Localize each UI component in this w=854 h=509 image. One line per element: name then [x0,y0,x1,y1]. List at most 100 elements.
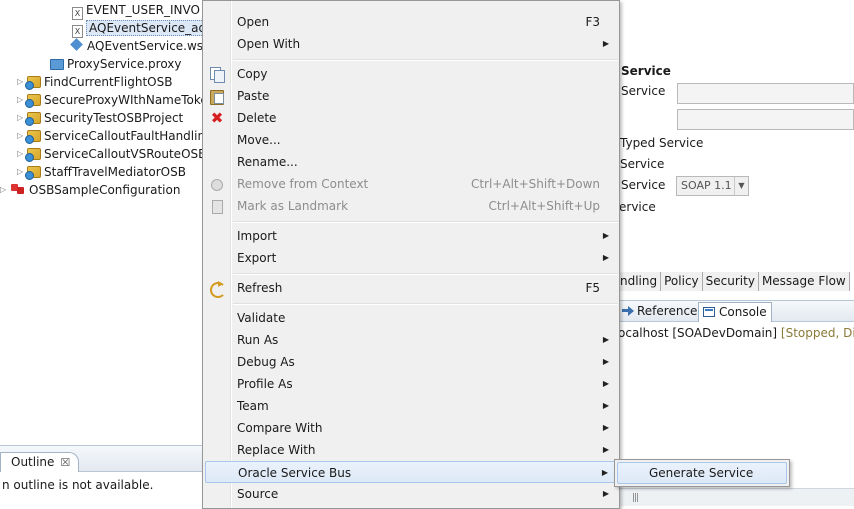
menu-item-move[interactable]: Move... [205,129,618,151]
submenu-arrow-icon: ▶ [602,379,609,388]
tree-item-proxyservice[interactable]: ProxyService.proxy [50,55,182,73]
references-icon [622,306,634,316]
menu-item-export[interactable]: Export ▶ [205,247,618,269]
tree-item-secureproxy[interactable]: ▷ SecureProxyWIthNameToken [17,91,215,109]
menu-item-label: Remove from Context [237,177,369,191]
server-entry[interactable]: ocalhost [SOADevDomain] [Stopped, Direct [618,326,854,340]
service-field-2[interactable] [677,109,854,130]
menu-item-copy[interactable]: Copy [205,63,618,85]
menu-item-refresh[interactable]: Refresh F5 [205,277,618,299]
menu-separator [233,59,618,61]
menu-item-label: Import [237,229,277,243]
menu-item-delete[interactable]: ✖ Delete [205,107,618,129]
menu-item-team[interactable]: Team ▶ [205,395,618,417]
oracle-service-bus-submenu: Generate Service [614,459,790,487]
menu-item-label: Open With [237,37,301,51]
outline-tab-bar: Outline ☒ [0,446,202,472]
tab-message-flow[interactable]: Message Flow [758,272,850,291]
menu-item-label: Run As [237,333,279,347]
tree-item-securitytestosbproject[interactable]: ▷ SecurityTestOSBProject [17,109,183,127]
project-explorer-tree: X EVENT_USER_INVO X AQEventService_aq.jca … [0,0,231,445]
remove-context-icon [209,177,225,191]
tree-item-label: StaffTravelMediatorOSB [44,165,186,179]
server-status: [Stopped, Direct [780,326,854,340]
section-title: Service [621,64,671,78]
tree-item-servicecalloutfaulthandling[interactable]: ▷ ServiceCalloutFaultHandling [17,127,213,145]
menu-item-label: Export [237,251,277,265]
submenu-arrow-icon: ▶ [602,445,609,454]
menu-item-profile-as[interactable]: Profile As ▶ [205,373,618,395]
menu-separator [233,303,618,305]
menu-item-label: Oracle Service Bus [238,466,352,480]
copy-icon [209,67,225,83]
expand-arrow-icon[interactable]: ▷ [0,181,10,199]
tree-item-findcurrentflightosb[interactable]: ▷ FindCurrentFlightOSB [17,73,172,91]
landmark-icon [209,199,225,214]
submenu-arrow-icon: ▶ [602,253,609,262]
menu-item-label: Replace With [237,443,316,457]
soap-service-label: Service [621,178,666,192]
menu-item-run-as[interactable]: Run As ▶ [205,329,618,351]
menu-item-remove-from-context[interactable]: Remove from Context Ctrl+Alt+Shift+Down [205,173,618,195]
submenu-arrow-icon: ▶ [601,468,608,477]
horizontal-scrollbar[interactable]: ||| [618,488,854,506]
service-label: Service [620,157,665,171]
tree-item-label: EVENT_USER_INVO [86,3,200,17]
menu-item-label: Team [237,399,269,413]
tree-item-label: ServiceCalloutVSRouteOSB [44,147,207,161]
editor-tabs: ndling Policy Security Message Flow [618,272,850,292]
menu-item-source[interactable]: Source ▶ [205,483,618,505]
scrollbar-grip-icon: ||| [632,493,639,503]
soap-version-value: SOAP 1.1 [681,179,732,192]
tab-references[interactable]: References [618,302,708,322]
menu-item-label: Compare With [237,421,323,435]
soap-version-select[interactable]: SOAP 1.1 ▼ [676,176,749,196]
menu-item-label: Profile As [237,377,293,391]
menu-item-generate-service[interactable]: Generate Service [617,462,787,484]
menu-item-label: Generate Service [649,466,754,480]
context-menu: Open F3 Open With ▶ Copy Paste ✖ Delete … [202,0,620,509]
tab-error-handling[interactable]: ndling [618,272,662,291]
service-type-field[interactable] [677,83,854,104]
menu-item-oracle-service-bus[interactable]: Oracle Service Bus ▶ [205,461,618,483]
tree-item-label: ProxyService.proxy [67,57,182,71]
menu-item-import[interactable]: Import ▶ [205,225,618,247]
tree-item-aqeventservice-wsdl[interactable]: AQEventService.wsdl [70,37,214,55]
menu-item-compare-with[interactable]: Compare With ▶ [205,417,618,439]
menu-item-label: Mark as Landmark [237,199,349,213]
submenu-arrow-icon: ▶ [602,401,609,410]
menu-item-label: Move... [237,133,281,147]
tab-security[interactable]: Security [702,272,759,291]
menu-item-label: Rename... [237,155,298,169]
tree-item-event-user[interactable]: X EVENT_USER_INVO [72,1,200,20]
tree-item-label: SecureProxyWIthNameToken [44,93,216,107]
submenu-arrow-icon: ▶ [602,231,609,240]
menu-item-label: Open [237,15,270,29]
tab-policy[interactable]: Policy [661,272,703,291]
submenu-arrow-icon: ▶ [602,335,609,344]
tree-item-servicecalloutvsrouteosb[interactable]: ▷ ServiceCalloutVSRouteOSB [17,145,206,163]
menu-item-replace-with[interactable]: Replace With ▶ [205,439,618,461]
proxy-service-icon [50,59,64,70]
submenu-arrow-icon: ▶ [602,357,609,366]
menu-item-mark-as-landmark[interactable]: Mark as Landmark Ctrl+Alt+Shift+Up [205,195,618,217]
menu-item-open-with[interactable]: Open With ▶ [205,33,618,55]
delete-icon: ✖ [210,109,224,127]
tab-console[interactable]: Console [698,302,772,322]
menu-item-debug-as[interactable]: Debug As ▶ [205,351,618,373]
tree-item-stafftravelmediatorosb[interactable]: ▷ StaffTravelMediatorOSB [17,163,186,181]
menu-item-open[interactable]: Open F3 [205,11,618,33]
menu-item-shortcut: F5 [585,281,600,295]
outline-view: Outline ☒ n outline is not available. [0,445,202,509]
wsdl-icon [70,38,84,52]
tree-item-osbsampleconfiguration[interactable]: ▷ OSBSampleConfiguration [0,181,180,199]
tab-outline[interactable]: Outline ☒ [0,452,80,472]
menu-item-paste[interactable]: Paste [205,85,618,107]
close-icon[interactable]: ☒ [60,456,70,469]
menu-item-label: Paste [237,89,270,103]
chevron-down-icon[interactable]: ▼ [734,177,748,195]
menu-item-label: Refresh [237,281,283,295]
menu-item-rename[interactable]: Rename... [205,151,618,173]
menu-separator [233,221,618,223]
menu-item-validate[interactable]: Validate [205,307,618,329]
